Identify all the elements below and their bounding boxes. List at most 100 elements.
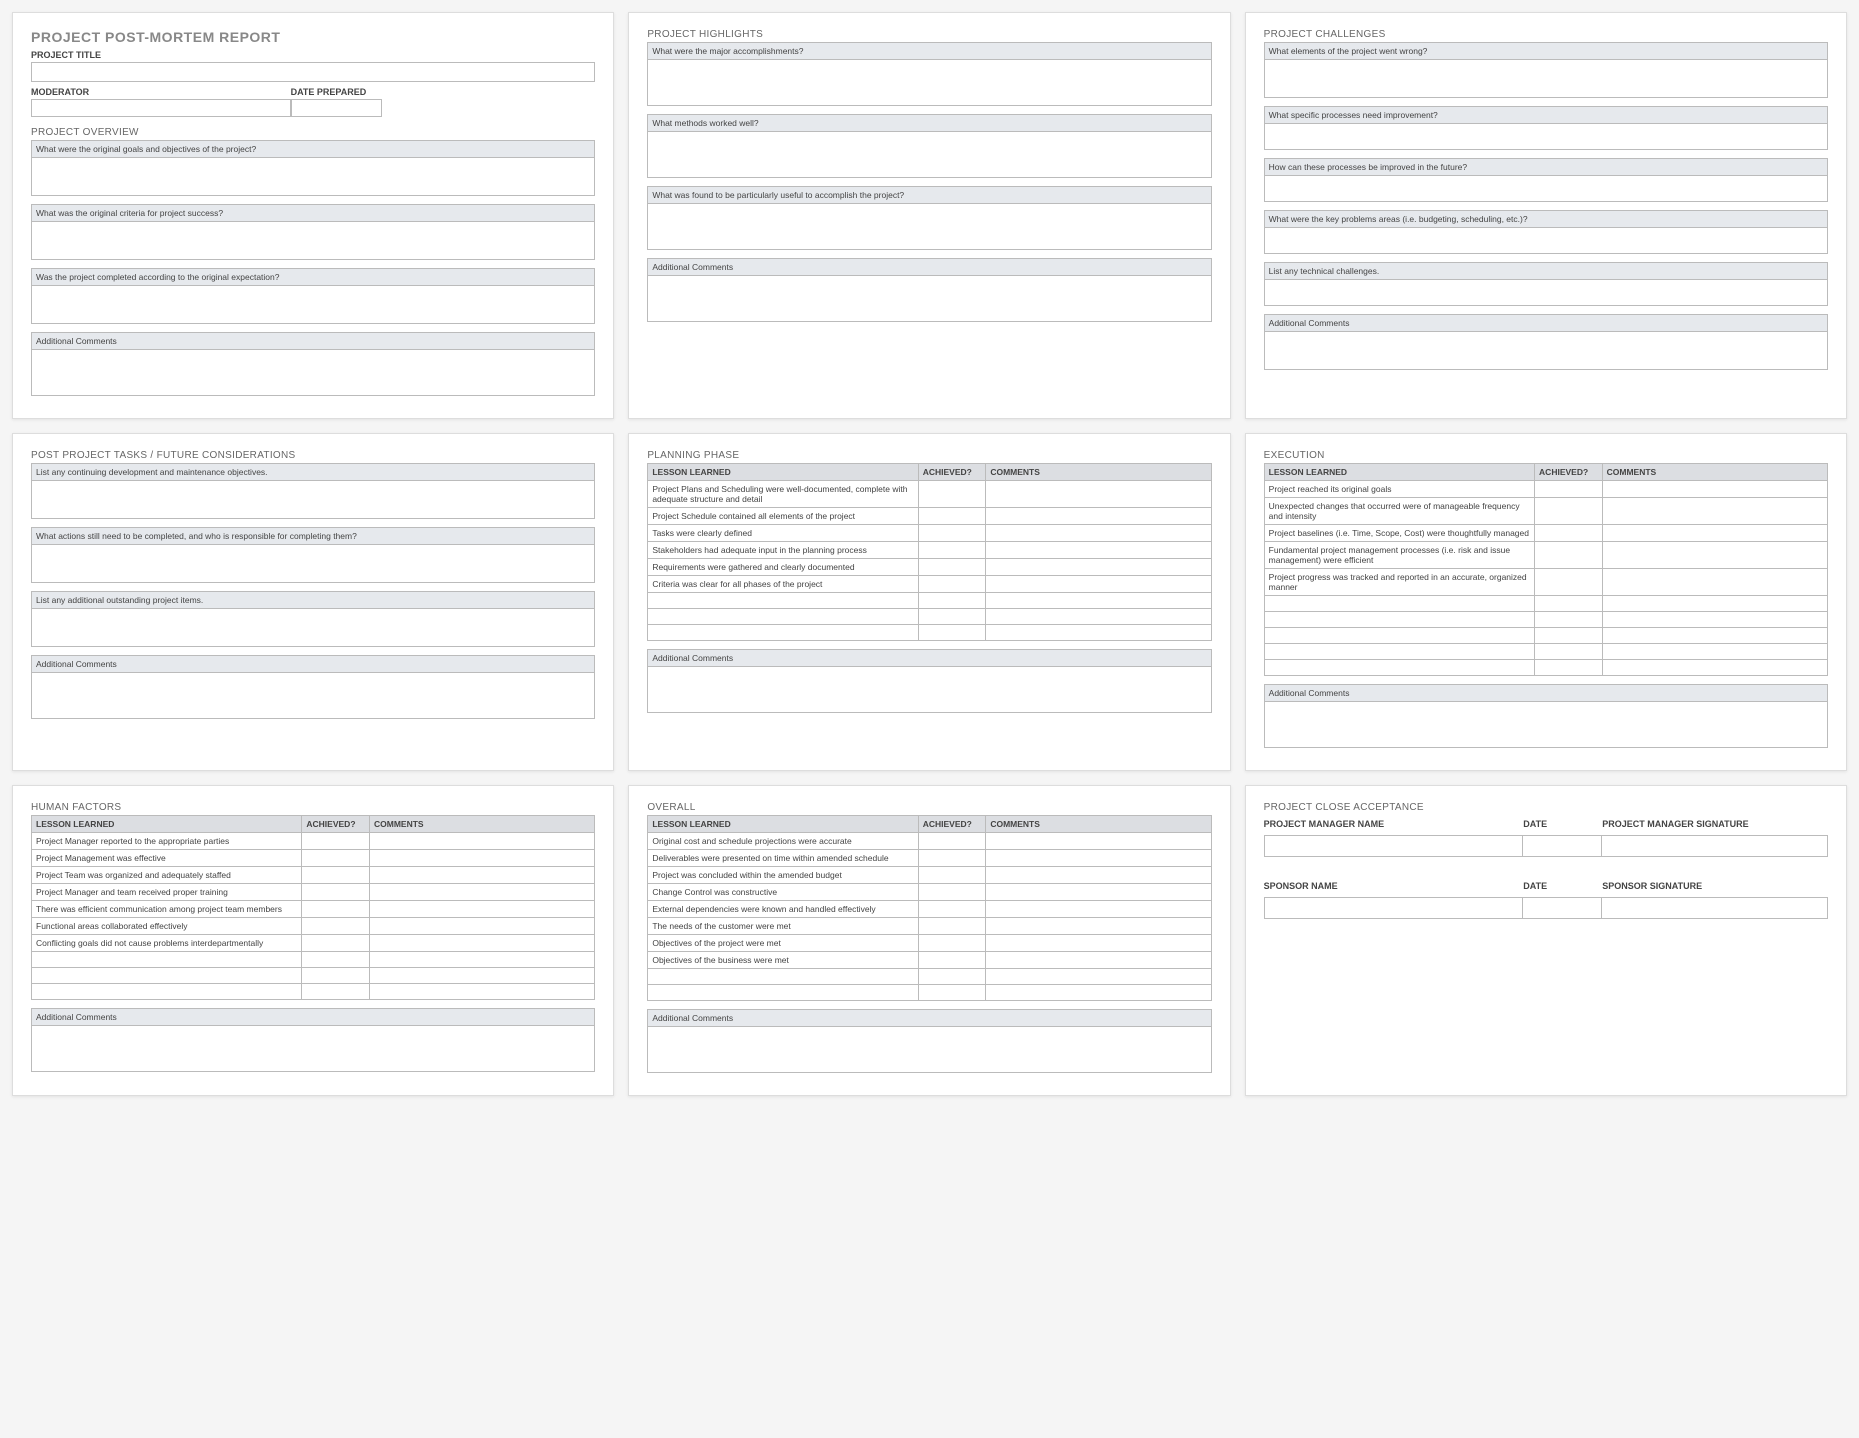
challenges-q4-input[interactable] — [1264, 228, 1828, 254]
comments-cell[interactable] — [986, 481, 1211, 508]
comments-cell[interactable] — [986, 918, 1211, 935]
achieved-cell[interactable] — [1535, 628, 1603, 644]
comments-cell[interactable] — [986, 625, 1211, 641]
comments-cell[interactable] — [1602, 525, 1827, 542]
achieved-cell[interactable] — [302, 867, 370, 884]
comments-cell[interactable] — [986, 576, 1211, 593]
comments-cell[interactable] — [986, 985, 1211, 1001]
overview-q3-input[interactable] — [31, 286, 595, 324]
comments-cell[interactable] — [369, 884, 594, 901]
comments-cell[interactable] — [1602, 660, 1827, 676]
overview-addl-input[interactable] — [31, 350, 595, 396]
achieved-cell[interactable] — [918, 625, 986, 641]
comments-cell[interactable] — [986, 884, 1211, 901]
achieved-cell[interactable] — [918, 850, 986, 867]
pm-sig-input[interactable] — [1602, 835, 1828, 857]
sponsor-name-input[interactable] — [1264, 897, 1524, 919]
achieved-cell[interactable] — [918, 985, 986, 1001]
comments-cell[interactable] — [1602, 612, 1827, 628]
post-tasks-q1-input[interactable] — [31, 481, 595, 519]
challenges-q2-input[interactable] — [1264, 124, 1828, 150]
achieved-cell[interactable] — [302, 901, 370, 918]
achieved-cell[interactable] — [918, 901, 986, 918]
achieved-cell[interactable] — [1535, 612, 1603, 628]
achieved-cell[interactable] — [918, 576, 986, 593]
achieved-cell[interactable] — [302, 984, 370, 1000]
comments-cell[interactable] — [1602, 481, 1827, 498]
achieved-cell[interactable] — [918, 833, 986, 850]
comments-cell[interactable] — [369, 935, 594, 952]
comments-cell[interactable] — [369, 833, 594, 850]
comments-cell[interactable] — [1602, 542, 1827, 569]
comments-cell[interactable] — [1602, 628, 1827, 644]
comments-cell[interactable] — [1602, 498, 1827, 525]
pm-name-input[interactable] — [1264, 835, 1524, 857]
achieved-cell[interactable] — [918, 481, 986, 508]
challenges-q1-input[interactable] — [1264, 60, 1828, 98]
moderator-input[interactable] — [31, 99, 291, 117]
achieved-cell[interactable] — [1535, 569, 1603, 596]
achieved-cell[interactable] — [1535, 498, 1603, 525]
project-title-input[interactable] — [31, 62, 595, 82]
achieved-cell[interactable] — [918, 609, 986, 625]
achieved-cell[interactable] — [918, 525, 986, 542]
comments-cell[interactable] — [369, 867, 594, 884]
human-addl-input[interactable] — [31, 1026, 595, 1072]
achieved-cell[interactable] — [302, 833, 370, 850]
achieved-cell[interactable] — [302, 884, 370, 901]
achieved-cell[interactable] — [1535, 525, 1603, 542]
execution-addl-input[interactable] — [1264, 702, 1828, 748]
comments-cell[interactable] — [986, 593, 1211, 609]
comments-cell[interactable] — [986, 935, 1211, 952]
achieved-cell[interactable] — [302, 968, 370, 984]
post-tasks-q3-input[interactable] — [31, 609, 595, 647]
pm-date-input[interactable] — [1523, 835, 1602, 857]
achieved-cell[interactable] — [1535, 660, 1603, 676]
achieved-cell[interactable] — [918, 884, 986, 901]
achieved-cell[interactable] — [918, 559, 986, 576]
post-tasks-addl-input[interactable] — [31, 673, 595, 719]
post-tasks-q2-input[interactable] — [31, 545, 595, 583]
achieved-cell[interactable] — [918, 867, 986, 884]
comments-cell[interactable] — [369, 850, 594, 867]
challenges-q3-input[interactable] — [1264, 176, 1828, 202]
overview-q1-input[interactable] — [31, 158, 595, 196]
achieved-cell[interactable] — [302, 850, 370, 867]
comments-cell[interactable] — [986, 867, 1211, 884]
sponsor-date-input[interactable] — [1523, 897, 1602, 919]
comments-cell[interactable] — [369, 918, 594, 935]
comments-cell[interactable] — [986, 542, 1211, 559]
comments-cell[interactable] — [986, 525, 1211, 542]
comments-cell[interactable] — [986, 559, 1211, 576]
highlights-q1-input[interactable] — [647, 60, 1211, 106]
achieved-cell[interactable] — [918, 969, 986, 985]
achieved-cell[interactable] — [918, 508, 986, 525]
highlights-addl-input[interactable] — [647, 276, 1211, 322]
comments-cell[interactable] — [986, 609, 1211, 625]
sponsor-sig-input[interactable] — [1602, 897, 1828, 919]
comments-cell[interactable] — [1602, 596, 1827, 612]
highlights-q3-input[interactable] — [647, 204, 1211, 250]
achieved-cell[interactable] — [918, 935, 986, 952]
planning-addl-input[interactable] — [647, 667, 1211, 713]
comments-cell[interactable] — [369, 984, 594, 1000]
comments-cell[interactable] — [369, 901, 594, 918]
comments-cell[interactable] — [986, 901, 1211, 918]
overview-q2-input[interactable] — [31, 222, 595, 260]
comments-cell[interactable] — [369, 952, 594, 968]
comments-cell[interactable] — [986, 952, 1211, 969]
highlights-q2-input[interactable] — [647, 132, 1211, 178]
achieved-cell[interactable] — [1535, 542, 1603, 569]
achieved-cell[interactable] — [918, 593, 986, 609]
achieved-cell[interactable] — [1535, 481, 1603, 498]
achieved-cell[interactable] — [302, 918, 370, 935]
achieved-cell[interactable] — [302, 952, 370, 968]
date-prepared-input[interactable] — [291, 99, 382, 117]
comments-cell[interactable] — [986, 850, 1211, 867]
comments-cell[interactable] — [1602, 644, 1827, 660]
comments-cell[interactable] — [1602, 569, 1827, 596]
achieved-cell[interactable] — [1535, 644, 1603, 660]
achieved-cell[interactable] — [918, 542, 986, 559]
challenges-addl-input[interactable] — [1264, 332, 1828, 370]
achieved-cell[interactable] — [1535, 596, 1603, 612]
